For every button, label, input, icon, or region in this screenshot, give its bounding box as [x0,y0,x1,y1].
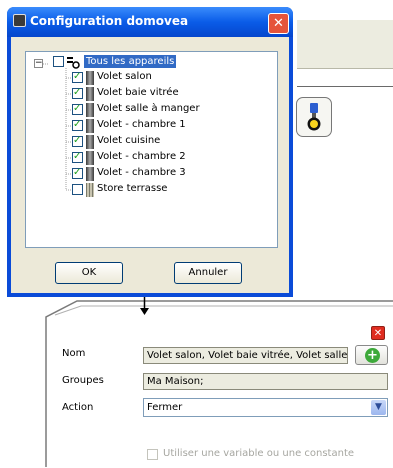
item-label: Volet baie vitrée [97,87,179,98]
item-checkbox[interactable] [72,119,83,131]
add-device-button[interactable]: + [355,345,388,365]
action-select-value: Fermer [147,402,183,413]
shutter-icon [86,135,94,149]
constant-checkbox-label: Utiliser une variable ou une constante [163,448,355,459]
nom-field[interactable]: Volet salon, Volet baie vitrée, Volet sa… [143,347,348,364]
all-devices-icon [67,57,80,69]
item-checkbox[interactable] [72,151,83,163]
shutter-icon [86,103,94,117]
tree-root-label[interactable]: Tous les appareils [84,55,177,68]
item-checkbox[interactable] [72,103,83,115]
item-checkbox[interactable] [72,71,83,83]
background-toolbar [297,20,393,69]
add-icon: + [365,348,380,363]
item-checkbox[interactable] [72,135,83,147]
groupes-field: Ma Maison; [143,373,388,390]
shutter-icon [86,151,94,165]
blind-icon [86,183,94,197]
flow-arrow-icon [140,296,149,315]
item-label: Volet salon [97,71,152,82]
item-label: Volet salle à manger [97,103,200,114]
shutter-icon [86,167,94,181]
action-label: Action [62,402,94,413]
action-select[interactable]: Fermer ▼ [143,398,388,417]
background-divider [297,86,393,87]
item-label: Store terrasse [97,183,168,194]
chevron-down-icon[interactable]: ▼ [371,400,386,415]
item-label: Volet cuisine [97,135,161,146]
item-label: Volet - chambre 1 [97,119,186,130]
groupes-label: Groupes [62,375,104,386]
dialog-title: Configuration domovea [30,14,189,28]
shutter-icon [86,87,94,101]
app-icon [13,14,26,27]
collapse-toggle-icon[interactable]: − [34,59,43,68]
delete-action-icon[interactable]: ✕ [371,326,385,340]
status-node[interactable] [296,97,332,137]
cancel-button[interactable]: Annuler [174,262,242,284]
ok-button[interactable]: OK [55,262,123,284]
flag-light-icon [307,103,321,131]
constant-checkbox[interactable] [147,449,158,460]
shutter-icon [86,119,94,133]
nom-label: Nom [62,348,86,359]
shutter-icon [86,71,94,85]
item-checkbox[interactable] [72,167,83,179]
tree-root-checkbox[interactable] [53,56,64,67]
item-checkbox[interactable] [72,184,83,195]
item-label: Volet - chambre 3 [97,167,186,178]
item-checkbox[interactable] [72,87,83,99]
item-label: Volet - chambre 2 [97,151,186,162]
close-icon[interactable]: ✕ [268,13,289,34]
